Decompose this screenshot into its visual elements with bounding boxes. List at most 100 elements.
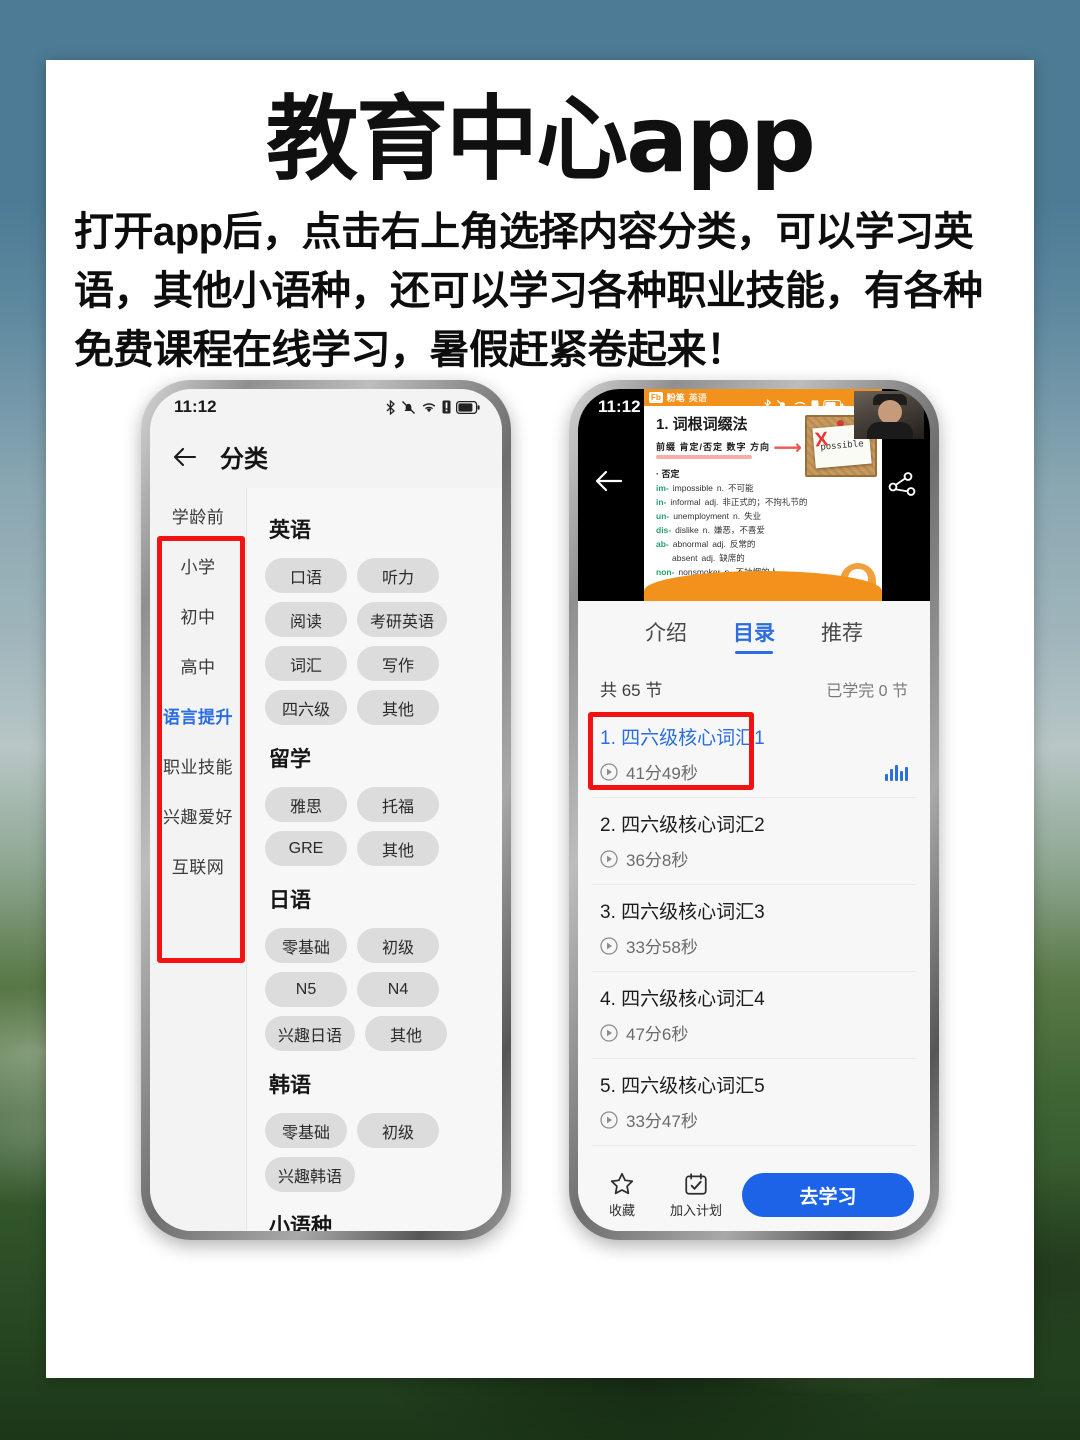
favorite-label: 收藏 <box>608 1203 635 1218</box>
tag-kr-hobby[interactable]: 兴趣韩语 <box>265 1157 356 1192</box>
slide-word-row: in- informal adj. 非正式的；不拘礼节的 <box>656 496 882 508</box>
sidebar-item-label: 职业技能 <box>163 757 233 777</box>
play-circle-icon[interactable] <box>600 936 618 955</box>
tag-reading[interactable]: 阅读 <box>265 602 347 637</box>
tag-cet46[interactable]: 四六级 <box>265 690 347 725</box>
lesson-title: 1. 四六级核心词汇1 <box>600 728 765 749</box>
brand-subject: 英语 <box>688 393 707 403</box>
slide-word-row: dis- dislike n. 嫌恶，不喜爱 <box>656 524 882 536</box>
section-title-korean: 韩语 <box>269 1074 311 1097</box>
list-item[interactable]: 4. 四六级核心词汇4 47分6秒 <box>592 972 916 1059</box>
word-prefix: im- <box>656 483 669 493</box>
list-item[interactable]: 3. 四六级核心词汇3 33分58秒 <box>592 885 916 972</box>
calendar-check-icon <box>685 1173 707 1195</box>
tag-other-en[interactable]: 其他 <box>357 690 439 725</box>
category-sidebar[interactable]: 学龄前 小学 初中 高中 语言提升 职业技能 兴趣爱好 互联网 <box>150 488 246 1231</box>
sidebar-item-vocational[interactable]: 职业技能 <box>150 740 246 790</box>
word-cn: 非正式的；不拘礼节的 <box>722 497 808 507</box>
wifi-icon <box>422 402 436 412</box>
status-time: 11:12 <box>174 397 217 416</box>
tag-writing[interactable]: 写作 <box>357 646 439 681</box>
tag-toefl[interactable]: 托福 <box>357 787 439 822</box>
go-study-button[interactable]: 去学习 <box>742 1173 914 1217</box>
section-title-abroad: 留学 <box>269 748 311 771</box>
presenter-webcam <box>854 391 924 439</box>
play-circle-icon[interactable] <box>600 762 618 781</box>
status-icons <box>763 399 844 412</box>
slide-word-row: ab- abnormal adj. 反常的 <box>656 538 882 550</box>
back-arrow-icon[interactable] <box>172 446 198 468</box>
play-circle-icon[interactable] <box>600 1110 618 1129</box>
sidebar-item-primary[interactable]: 小学 <box>150 540 246 590</box>
tag-jp-n4[interactable]: N4 <box>357 972 439 1007</box>
tag-vocabulary[interactable]: 词汇 <box>265 646 347 681</box>
screen-course-detail: 11:12 Fb 粉笔 英语 1. 词根词缀法 前缀 肯定/否定 数字 方向 ·… <box>578 389 930 1231</box>
tab-catalog[interactable]: 目录 <box>733 617 775 654</box>
video-player[interactable]: 11:12 Fb 粉笔 英语 1. 词根词缀法 前缀 肯定/否定 数字 方向 ·… <box>578 389 930 601</box>
list-item[interactable]: 1. 四六级核心词汇1 41分49秒 <box>592 711 916 798</box>
tab-recommend[interactable]: 推荐 <box>821 617 863 654</box>
add-plan-button[interactable]: 加入计划 <box>668 1171 724 1219</box>
favorite-button[interactable]: 收藏 <box>594 1171 650 1219</box>
sidebar-item-internet[interactable]: 互联网 <box>150 840 246 890</box>
sidebar-item-label: 小学 <box>180 557 216 577</box>
tag-jp-zero[interactable]: 零基础 <box>265 928 347 963</box>
slide-word-row: im- impossible n. 不可能 <box>656 482 882 494</box>
screen-categories: 11:12 分类 学龄前 小学 初中 高中 语言提升 职业技能 兴趣爱好 互联网… <box>150 389 502 1231</box>
play-circle-icon[interactable] <box>600 1023 618 1042</box>
tag-spoken[interactable]: 口语 <box>265 558 347 593</box>
lesson-duration: 33分58秒 <box>600 933 765 958</box>
status-icons <box>385 399 480 415</box>
sidebar-item-label: 学龄前 <box>171 507 225 527</box>
word-cn: 缺席的 <box>719 553 745 563</box>
lesson-title: 4. 四六级核心词汇4 <box>600 989 765 1010</box>
page-description: 打开app后，点击右上角选择内容分类，可以学习英语，其他小语种，还可以学习各种职… <box>74 209 983 372</box>
tag-listening[interactable]: 听力 <box>357 558 439 593</box>
sidebar-item-senior[interactable]: 高中 <box>150 640 246 690</box>
word-en: abnormal <box>672 539 709 549</box>
tag-group-korean: 零基础 初级 兴趣韩语 <box>265 1113 486 1192</box>
tag-jp-basic[interactable]: 初级 <box>357 928 439 963</box>
phone-left: 11:12 分类 学龄前 小学 初中 高中 语言提升 职业技能 兴趣爱好 互联网… <box>141 380 511 1240</box>
play-circle-icon[interactable] <box>600 849 618 868</box>
tab-intro[interactable]: 介绍 <box>645 617 687 654</box>
page-heading: 分类 <box>220 446 268 473</box>
tag-jp-other[interactable]: 其他 <box>365 1016 448 1051</box>
section-title-minor-languages: 小语种 <box>269 1215 332 1231</box>
add-plan-label: 加入计划 <box>669 1203 722 1218</box>
presenter-body <box>867 422 913 439</box>
tag-jp-hobby[interactable]: 兴趣日语 <box>265 1016 356 1051</box>
course-meta: 共 65 节 已学完 0 节 <box>578 662 930 711</box>
lesson-duration: 41分49秒 <box>600 759 765 784</box>
wifi-icon <box>794 401 806 410</box>
tag-postgrad[interactable]: 考研英语 <box>357 602 448 637</box>
presenter-head <box>878 400 902 424</box>
tag-other-ab[interactable]: 其他 <box>357 831 439 866</box>
sidebar-item-preschool[interactable]: 学龄前 <box>150 490 246 540</box>
word-cn: 反常的 <box>729 539 756 549</box>
battery-icon <box>823 400 844 411</box>
sidebar-item-language[interactable]: 语言提升 <box>150 690 246 740</box>
tag-kr-zero[interactable]: 零基础 <box>265 1113 347 1148</box>
tag-kr-basic[interactable]: 初级 <box>357 1113 439 1148</box>
tag-group-abroad: 雅思 托福 GRE 其他 <box>265 787 486 866</box>
tag-ielts[interactable]: 雅思 <box>265 787 347 822</box>
list-item[interactable]: 2. 四六级核心词汇2 36分8秒 <box>592 798 916 885</box>
lesson-duration-text: 47分6秒 <box>626 1025 689 1044</box>
word-pos: n. <box>716 483 724 493</box>
tag-group-japanese: 零基础 初级 N5 N4 兴趣日语 其他 <box>265 928 486 1051</box>
status-time: 11:12 <box>598 397 641 416</box>
sidebar-item-label: 高中 <box>180 657 216 677</box>
list-item[interactable]: 5. 四六级核心词汇5 33分47秒 <box>592 1059 916 1146</box>
tag-jp-n5[interactable]: N5 <box>265 972 347 1007</box>
lesson-duration: 33分47秒 <box>600 1107 765 1132</box>
share-node-icon[interactable] <box>888 471 916 504</box>
tag-gre[interactable]: GRE <box>265 831 347 866</box>
word-pos: adj. <box>704 497 719 507</box>
sidebar-item-label: 兴趣爱好 <box>163 807 233 827</box>
lesson-title: 5. 四六级核心词汇5 <box>600 1076 765 1097</box>
word-pos: n. <box>732 511 741 521</box>
sidebar-item-junior[interactable]: 初中 <box>150 590 246 640</box>
back-arrow-icon[interactable] <box>594 469 624 498</box>
sidebar-item-hobby[interactable]: 兴趣爱好 <box>150 790 246 840</box>
